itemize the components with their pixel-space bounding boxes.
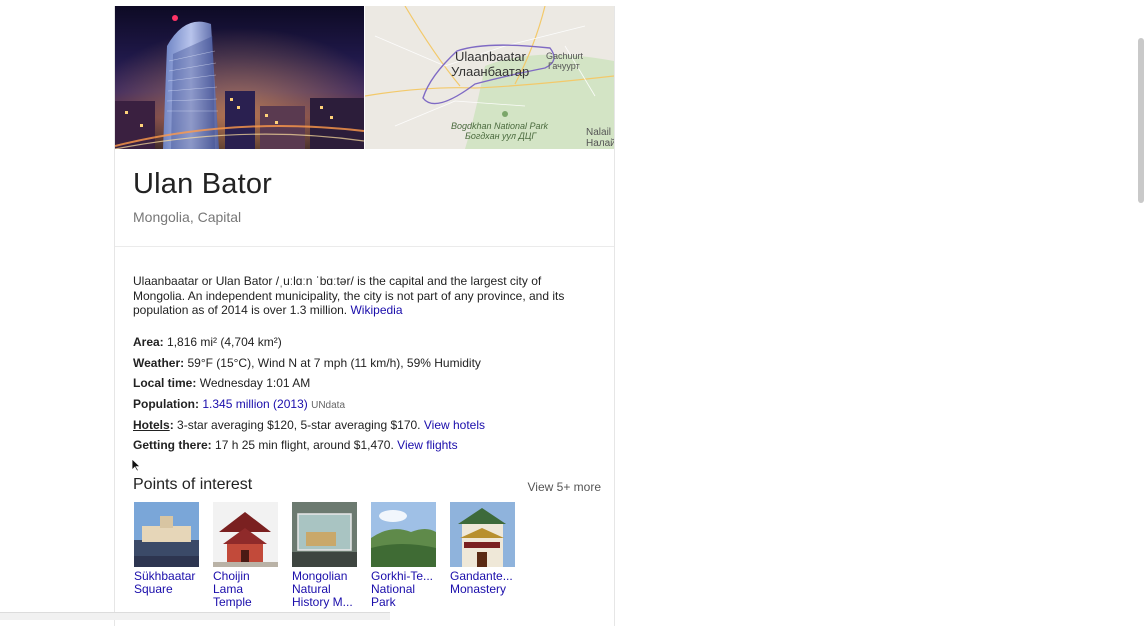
wikipedia-link[interactable]: Wikipedia [350, 303, 402, 317]
description-text: Ulaanbaatar or Ulan Bator /ˌuːlɑːn ˈbɑːt… [133, 274, 565, 317]
city-map[interactable]: Ulaanbaatar Улаанбаатар Gachuurt Гачуурт… [365, 6, 614, 149]
poi-item[interactable]: Gandante... Monastery [450, 502, 518, 596]
fact-hotels-value: 3-star averaging $120, 5-star averaging … [177, 417, 421, 432]
vertical-scrollbar[interactable] [1138, 38, 1144, 203]
population-value-link[interactable]: 1.345 million (2013) [202, 397, 307, 411]
fact-weather: Weather: 59°F (15°C), Wind N at 7 mph (1… [133, 356, 485, 377]
poi-thumbnail[interactable] [450, 502, 515, 567]
poi-thumbnail[interactable] [292, 502, 357, 567]
poi-label[interactable]: Sükhbaatar Square [134, 570, 202, 596]
fact-local-time-value: Wednesday 1:01 AM [199, 376, 311, 391]
fact-area-label: Area: [133, 335, 164, 349]
poi-label[interactable]: Gandante... Monastery [450, 570, 518, 596]
knowledge-panel: Ulaanbaatar Улаанбаатар Gachuurt Гачуурт… [114, 6, 615, 626]
mouse-cursor-icon [131, 458, 141, 472]
map-label-city-latin: Ulaanbaatar [455, 49, 526, 64]
title-block: Ulan Bator Mongolia, Capital [133, 168, 272, 225]
poi-header: Points of interest View 5+ more [133, 476, 601, 498]
fact-weather-value: 59°F (15°C), Wind N at 7 mph (11 km/h), … [187, 355, 481, 370]
view-more-link[interactable]: View 5+ more [528, 480, 601, 494]
map-label-town-cyrillic: Гачуурт [548, 61, 580, 71]
map-image: Ulaanbaatar Улаанбаатар Gachuurt Гачуурт… [365, 6, 614, 149]
hero-images: Ulaanbaatar Улаанбаатар Gachuurt Гачуурт… [115, 6, 614, 149]
poi-thumbnail[interactable] [134, 502, 199, 567]
poi-item[interactable]: Choijin Lama Temple [213, 502, 281, 609]
place-title: Ulan Bator [133, 168, 273, 200]
city-skyline-image [115, 6, 364, 149]
poi-label[interactable]: Choijin Lama Temple [213, 570, 281, 609]
divider [115, 246, 614, 247]
fact-hotels: Hotels: 3-star averaging $120, 5-star av… [133, 417, 486, 432]
population-source: UNdata [311, 400, 345, 412]
map-label-city-cyrillic: Улаанбаатар [451, 64, 529, 79]
map-label-park-latin: Bogdkhan National Park [451, 121, 549, 131]
fact-local-time: Local time: Wednesday 1:01 AM [133, 376, 485, 397]
fact-area: Area: 1,816 mi² (4,704 km²) [133, 335, 485, 356]
city-photo[interactable] [115, 6, 364, 149]
fact-area-value: 1,816 mi² (4,704 km²) [167, 335, 282, 349]
place-subtitle: Mongolia, Capital [133, 209, 242, 225]
poi-label[interactable]: Mongolian Natural History M... [292, 570, 360, 609]
fact-getting-there: Getting there: 17 h 25 min flight, aroun… [133, 438, 485, 459]
poi-item[interactable]: Sükhbaatar Square [134, 502, 202, 596]
poi-label[interactable]: Gorkhi-Te... National Park [371, 570, 439, 609]
poi-title: Points of interest [133, 476, 253, 493]
description: Ulaanbaatar or Ulan Bator /ˌuːlɑːn ˈbɑːt… [133, 274, 595, 318]
poi-thumbnail[interactable] [371, 502, 436, 567]
fact-getting-there-label: Getting there: [133, 438, 212, 453]
poi-thumbnail[interactable] [213, 502, 278, 567]
map-label-edge-cyrillic: Налай [586, 138, 614, 149]
fact-weather-label: Weather: [133, 355, 185, 370]
map-label-park-cyrillic: Богдхан уул ДЦГ [465, 131, 537, 141]
map-label-edge-latin: Nalail [586, 127, 611, 138]
map-label-town-latin: Gachuurt [546, 51, 584, 61]
hotels-label-link[interactable]: Hotels [133, 418, 170, 432]
fact-getting-there-value: 17 h 25 min flight, around $1,470. [215, 438, 394, 453]
fact-population: Population: 1.345 million (2013) UNdata [133, 397, 485, 418]
view-flights-link[interactable]: View flights [397, 438, 457, 452]
poi-item[interactable]: Gorkhi-Te... National Park [371, 502, 439, 609]
fact-population-label: Population: [133, 397, 199, 412]
fact-local-time-label: Local time: [133, 376, 197, 391]
poi-item[interactable]: Mongolian Natural History M... [292, 502, 360, 609]
facts-list: Area: 1,816 mi² (4,704 km²) Weather: 59°… [133, 335, 485, 459]
view-hotels-link[interactable]: View hotels [424, 418, 485, 432]
